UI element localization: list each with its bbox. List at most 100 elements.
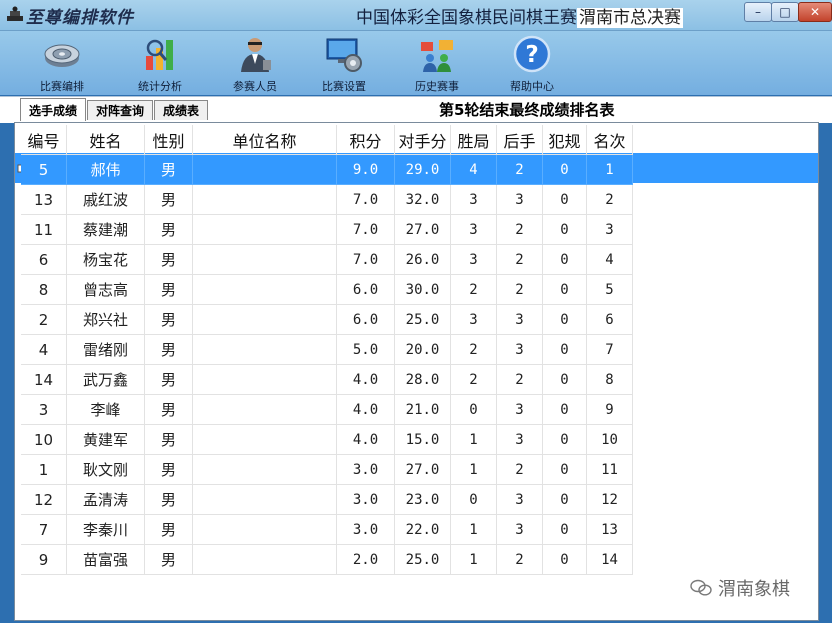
- table-cell-fouls: 0: [543, 545, 587, 575]
- window-title-highlight: 渭南市总决赛: [577, 8, 683, 28]
- watermark-text: 渭南象棋: [718, 579, 790, 600]
- table-cell-opponent-score: 26.0: [395, 245, 451, 275]
- table-cell-gender: 男: [145, 245, 193, 275]
- title-bar: 至尊编排软件 中国体彩全国象棋民间棋王赛 渭南市总决赛 – □ ✕: [0, 0, 832, 31]
- table-cell-opponent-score: 27.0: [395, 455, 451, 485]
- table-row[interactable]: 1 耿文刚男 3.0 27.0 1 2 0 11: [21, 455, 633, 485]
- table-cell-wins: 2: [451, 365, 497, 395]
- table-row[interactable]: 8 曾志高男 6.0 30.0 2 2 0 5: [21, 275, 633, 305]
- column-header-fouls[interactable]: 犯规: [543, 125, 587, 155]
- table-cell-number: 9: [21, 545, 67, 575]
- toolbar-button-participants[interactable]: 参赛人员: [219, 34, 291, 94]
- toolbar-label: 帮助中心: [510, 80, 554, 93]
- table-cell-rank: 7: [587, 335, 633, 365]
- table-cell-opponent-score: 21.0: [395, 395, 451, 425]
- window-title: 中国体彩全国象棋民间棋王赛 渭南市总决赛: [356, 3, 683, 28]
- column-header-rank[interactable]: 名次: [587, 125, 633, 155]
- table-row[interactable]: 12 孟清涛男 3.0 23.0 0 3 0 12: [21, 485, 633, 515]
- table-cell-gender: 男: [145, 275, 193, 305]
- table-cell-points: 4.0: [337, 365, 395, 395]
- toolbar-label: 历史赛事: [415, 80, 459, 93]
- table-cell-wins: 2: [451, 275, 497, 305]
- close-button[interactable]: ✕: [798, 2, 832, 22]
- table-cell-points: 7.0: [337, 245, 395, 275]
- table-cell-unit: [193, 215, 337, 245]
- table-cell-name: 武万鑫: [67, 365, 145, 395]
- table-row[interactable]: 13 戚红波男 7.0 32.0 3 3 0 2: [21, 185, 633, 215]
- minimize-button[interactable]: –: [744, 2, 772, 22]
- toolbar-button-settings[interactable]: 比赛设置: [308, 34, 380, 94]
- table-row[interactable]: 2 郑兴社男 6.0 25.0 3 3 0 6: [21, 305, 633, 335]
- table-cell-name: 雷绪刚: [67, 335, 145, 365]
- tab-bar: 选手成绩 对阵查询 成绩表 第5轮结束最终成绩排名表: [0, 96, 832, 123]
- column-header-opponent-score[interactable]: 对手分: [395, 125, 451, 155]
- column-header-second-hand[interactable]: 后手: [497, 125, 543, 155]
- table-row[interactable]: 3 李峰男 4.0 21.0 0 3 0 9: [21, 395, 633, 425]
- table-cell-second-hand: 3: [497, 395, 543, 425]
- table-cell-gender: 男: [145, 485, 193, 515]
- column-header-gender[interactable]: 性别: [145, 125, 193, 155]
- table-cell-wins: 0: [451, 485, 497, 515]
- table-cell-second-hand: 3: [497, 425, 543, 455]
- table-cell-wins: 4: [451, 155, 497, 185]
- wechat-icon: [690, 579, 712, 596]
- table-cell-number: 6: [21, 245, 67, 275]
- table-cell-points: 9.0: [337, 155, 395, 185]
- chart-icon: [146, 39, 173, 70]
- table-cell-second-hand: 2: [497, 245, 543, 275]
- table-row[interactable]: 9 苗富强男 2.0 25.0 1 2 0 14: [21, 545, 633, 575]
- table-cell-rank: 10: [587, 425, 633, 455]
- tab-player-results[interactable]: 选手成绩: [20, 98, 86, 121]
- column-header-number[interactable]: 编号: [21, 125, 67, 155]
- table-cell-name: 孟清涛: [67, 485, 145, 515]
- table-cell-wins: 1: [451, 545, 497, 575]
- toolbar: 比赛编排 统计分析 参赛人员 比赛设置 历史赛事 ? 帮助中心: [0, 31, 832, 95]
- table-cell-gender: 男: [145, 545, 193, 575]
- table-cell-rank: 2: [587, 185, 633, 215]
- table-cell-opponent-score: 28.0: [395, 365, 451, 395]
- table-cell-unit: [193, 455, 337, 485]
- table-cell-gender: 男: [145, 215, 193, 245]
- table-cell-opponent-score: 25.0: [395, 305, 451, 335]
- table-cell-points: 7.0: [337, 215, 395, 245]
- table-row[interactable]: 11 蔡建潮男 7.0 27.0 3 2 0 3: [21, 215, 633, 245]
- table-cell-rank: 5: [587, 275, 633, 305]
- table-cell-fouls: 0: [543, 185, 587, 215]
- table-cell-opponent-score: 22.0: [395, 515, 451, 545]
- tab-results-sheet[interactable]: 成绩表: [154, 100, 208, 120]
- table-cell-name: 李秦川: [67, 515, 145, 545]
- toolbar-button-history[interactable]: 历史赛事: [401, 34, 473, 94]
- table-cell-points: 5.0: [337, 335, 395, 365]
- table-row[interactable]: 7 李秦川男 3.0 22.0 1 3 0 13: [21, 515, 633, 545]
- table-row[interactable]: 10 黄建军男 4.0 15.0 1 3 0 10: [21, 425, 633, 455]
- table-row[interactable]: 6 杨宝花男 7.0 26.0 3 2 0 4: [21, 245, 633, 275]
- column-header-name[interactable]: 姓名: [67, 125, 145, 155]
- table-cell-rank: 1: [587, 155, 633, 185]
- column-header-points[interactable]: 积分: [337, 125, 395, 155]
- table-cell-fouls: 0: [543, 335, 587, 365]
- table-cell-fouls: 0: [543, 215, 587, 245]
- toolbar-button-schedule[interactable]: 比赛编排: [26, 34, 98, 94]
- app-name: 至尊编排软件: [26, 8, 134, 28]
- column-header-unit[interactable]: 单位名称: [193, 125, 337, 155]
- table-cell-number: 10: [21, 425, 67, 455]
- table-cell-number: 1: [21, 455, 67, 485]
- toolbar-button-statistics[interactable]: 统计分析: [124, 34, 196, 94]
- table-cell-opponent-score: 20.0: [395, 335, 451, 365]
- table-row[interactable]: 4 雷绪刚男 5.0 20.0 2 3 0 7: [21, 335, 633, 365]
- column-header-wins[interactable]: 胜局: [451, 125, 497, 155]
- table-cell-name: 曾志高: [67, 275, 145, 305]
- tab-pairing-query[interactable]: 对阵查询: [87, 100, 153, 120]
- table-cell-name: 郑兴社: [67, 305, 145, 335]
- table-cell-fouls: 0: [543, 455, 587, 485]
- table-cell-unit: [193, 245, 337, 275]
- table-cell-name: 郝伟: [67, 155, 145, 185]
- disc-icon: [44, 44, 80, 67]
- table-cell-opponent-score: 25.0: [395, 545, 451, 575]
- app-logo-icon: [7, 6, 23, 21]
- table-cell-opponent-score: 32.0: [395, 185, 451, 215]
- table-row[interactable]: 14 武万鑫男 4.0 28.0 2 2 0 8: [21, 365, 633, 395]
- maximize-button[interactable]: □: [771, 2, 799, 22]
- toolbar-button-help[interactable]: ? 帮助中心: [496, 34, 568, 94]
- table-row[interactable]: 5 郝伟男 9.0 29.0 4 2 0 1: [21, 155, 633, 185]
